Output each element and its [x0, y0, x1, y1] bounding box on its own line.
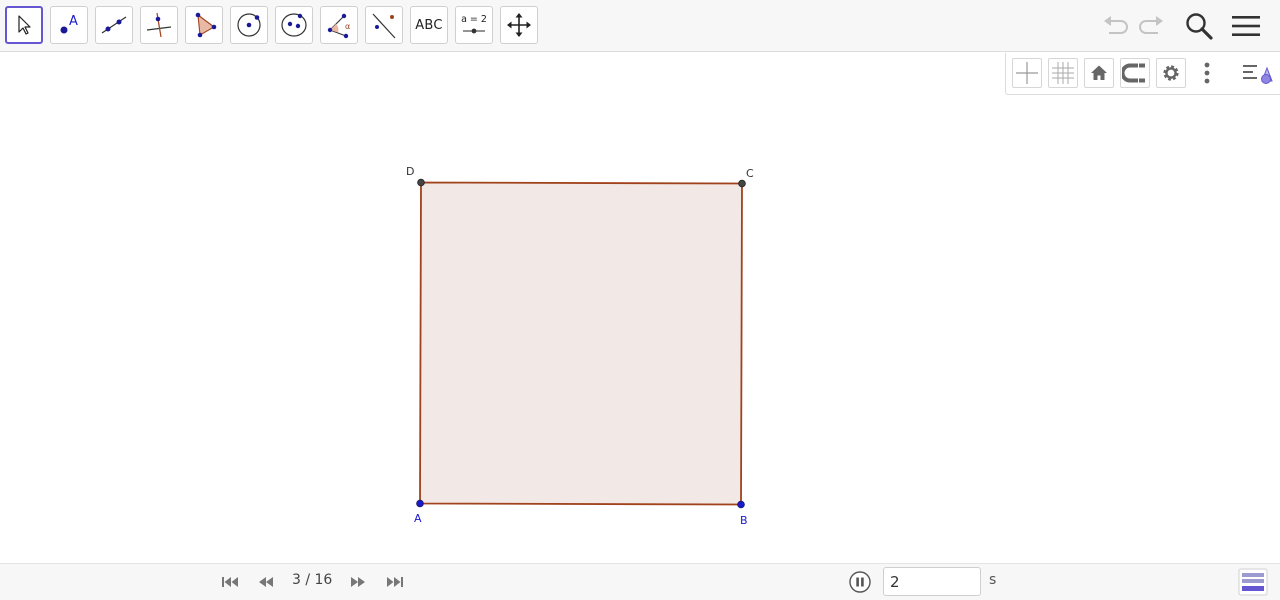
point-c[interactable] [738, 179, 746, 188]
point-c-label: C [746, 167, 754, 180]
circle-tool-button[interactable] [230, 6, 268, 44]
move-graphics-view-icon [507, 13, 531, 37]
point-b[interactable] [737, 500, 745, 509]
text-tool-button[interactable]: ABC [410, 6, 448, 44]
point-a[interactable] [416, 499, 424, 508]
main-toolbar: A α ABC a = 2 [0, 0, 1280, 52]
last-step-button[interactable] [384, 573, 406, 591]
square-polygon[interactable] [419, 181, 743, 506]
slider-icon: a = 2 [461, 14, 487, 34]
ellipse-icon [281, 13, 307, 37]
reflect-tool-button[interactable] [365, 6, 403, 44]
text-icon: ABC [415, 17, 443, 33]
point-tool-label: A [69, 14, 78, 29]
search-icon [1186, 13, 1213, 40]
rewind-icon [259, 577, 273, 587]
redo-icon [1139, 16, 1163, 34]
angle-tool-label: α [345, 22, 350, 31]
point-b-label: B [740, 514, 748, 527]
first-step-button[interactable] [219, 573, 241, 591]
slider-tool-label: a = 2 [461, 14, 487, 25]
polygon-tool-button[interactable] [185, 6, 223, 44]
cursor-arrow-icon [18, 15, 31, 35]
line-through-points-icon [101, 16, 127, 34]
point-d-label: D [406, 165, 415, 178]
skip-first-icon [222, 577, 238, 587]
algebra-view-icon [1238, 568, 1268, 596]
point-tool-button[interactable]: A [50, 6, 88, 44]
step-indicator: 3 / 16 [292, 572, 333, 588]
skip-last-icon [387, 577, 403, 587]
polygon-icon [195, 12, 217, 38]
reflect-about-line-icon [372, 13, 396, 39]
animation-player-bar: 3 / 16 s [0, 563, 1280, 600]
move-tool-button[interactable] [5, 6, 43, 44]
speed-unit-label: s [989, 572, 997, 588]
perpendicular-line-icon [146, 12, 172, 38]
main-menu-button[interactable] [1229, 9, 1263, 43]
point-icon: A [60, 14, 78, 34]
fast-forward-icon [351, 577, 365, 587]
graphics-view[interactable]: A B C D [0, 53, 1280, 563]
previous-step-button[interactable] [255, 573, 277, 591]
line-tool-button[interactable] [95, 6, 133, 44]
algebra-view-toggle[interactable] [1238, 568, 1268, 596]
undo-icon [1104, 16, 1128, 34]
pause-icon [849, 571, 871, 593]
angle-tool-button[interactable]: α [320, 6, 358, 44]
undo-button[interactable] [1098, 9, 1132, 43]
perpendicular-tool-button[interactable] [140, 6, 178, 44]
point-a-label: A [414, 512, 422, 525]
point-d[interactable] [417, 178, 425, 187]
next-step-button[interactable] [347, 573, 369, 591]
graphics-canvas [416, 178, 746, 509]
circle-center-point-icon [237, 13, 261, 37]
angle-icon: α [327, 13, 350, 39]
move-view-tool-button[interactable] [500, 6, 538, 44]
conic-tool-button[interactable] [275, 6, 313, 44]
pause-button[interactable] [849, 571, 871, 593]
speed-input[interactable] [883, 567, 981, 596]
search-button[interactable] [1182, 9, 1216, 43]
redo-button[interactable] [1135, 9, 1169, 43]
slider-tool-button[interactable]: a = 2 [455, 6, 493, 44]
menu-icon [1232, 16, 1260, 36]
